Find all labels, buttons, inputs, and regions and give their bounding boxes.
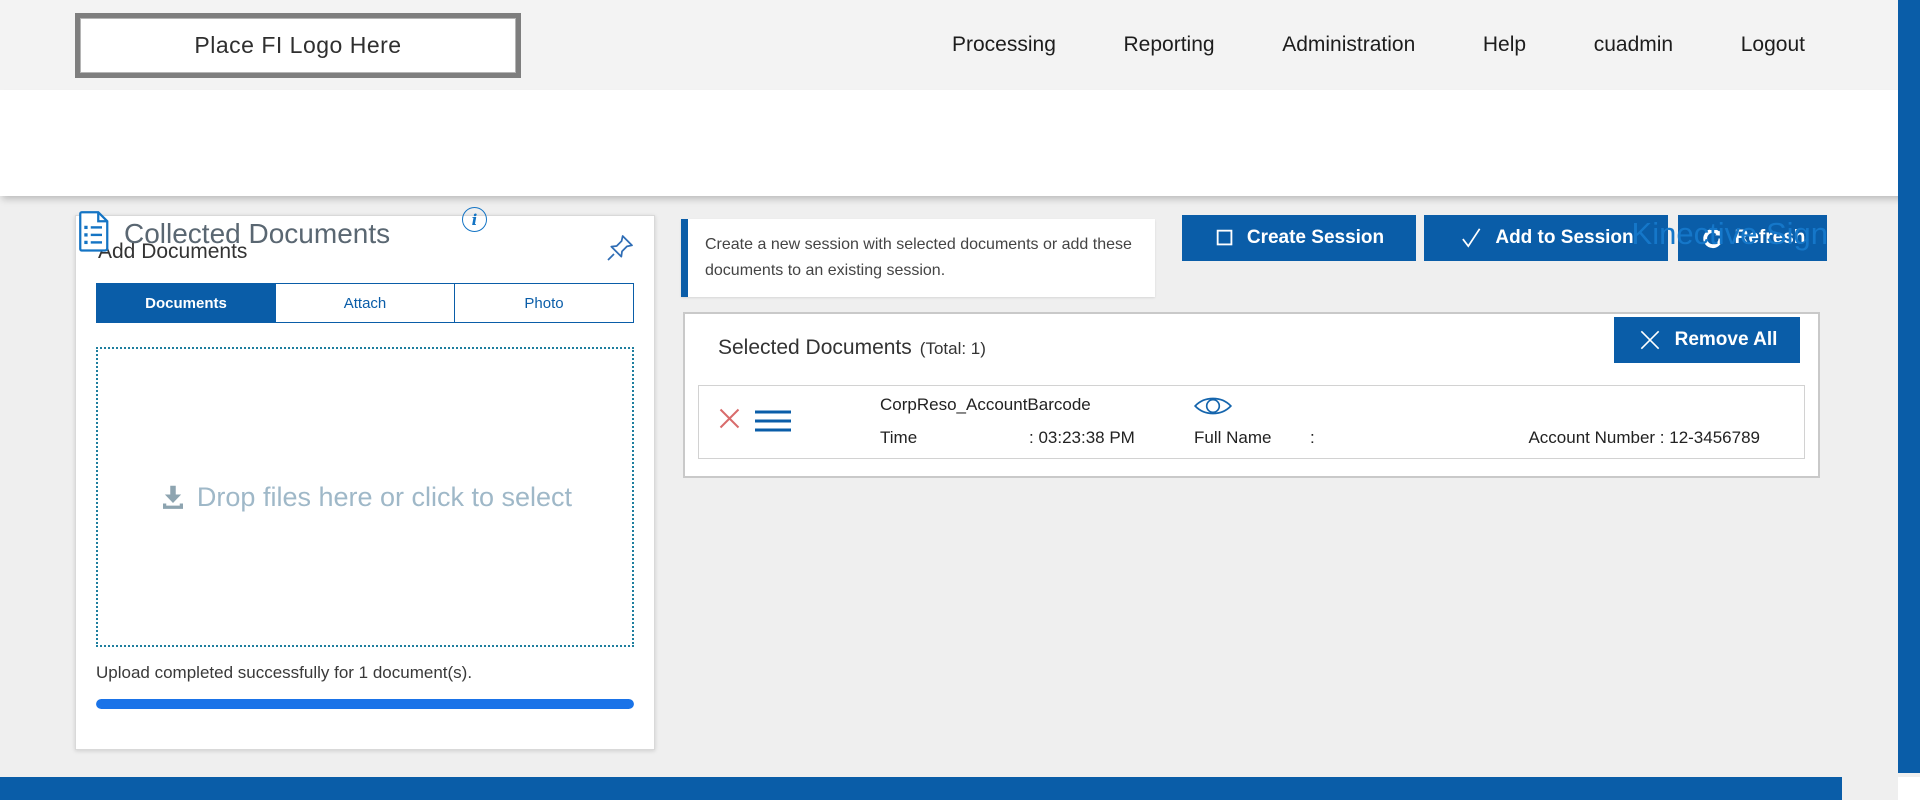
square-icon: [1214, 227, 1236, 249]
checkmark-icon: [1458, 225, 1484, 251]
download-icon: [158, 482, 188, 512]
pin-icon[interactable]: [604, 232, 636, 264]
account-number-text: Account Number : 12-3456789: [1528, 428, 1760, 447]
nav-item-administration[interactable]: Administration: [1282, 33, 1415, 57]
page-title: Collected Documents: [124, 218, 391, 249]
create-session-label: Create Session: [1246, 227, 1385, 248]
fi-logo-placeholder: Place FI Logo Here: [75, 13, 521, 78]
app-window: Place FI Logo Here Processing Reporting …: [0, 0, 1920, 800]
upload-status-text: Upload completed successfully for 1 docu…: [96, 663, 473, 682]
document-list-icon: [75, 210, 111, 252]
tab-photo-label: Photo: [524, 294, 564, 312]
footer-bar: [0, 777, 1842, 800]
create-session-button[interactable]: Create Session: [1182, 215, 1416, 261]
right-edge-corner: [1898, 777, 1920, 800]
add-documents-tabs: Documents Attach Photo: [96, 283, 634, 323]
right-edge-stripe: [1898, 0, 1920, 773]
page-title-band: Collected Documents i Kinective Sign: [0, 90, 1920, 252]
nav-item-help[interactable]: Help: [1483, 33, 1526, 57]
nav-item-processing[interactable]: Processing: [952, 33, 1056, 57]
fi-logo-text: Place FI Logo Here: [194, 32, 402, 58]
nav-item-username[interactable]: cuadmin: [1594, 33, 1673, 57]
time-value: : 03:23:38 PM: [1029, 428, 1135, 447]
remove-document-icon[interactable]: [716, 405, 743, 432]
top-bar: Place FI Logo Here Processing Reporting …: [0, 0, 1920, 90]
x-icon: [1637, 327, 1663, 353]
tab-attach[interactable]: Attach: [275, 284, 454, 322]
drag-handle-icon[interactable]: [753, 408, 793, 434]
tab-documents-label: Documents: [145, 294, 227, 312]
full-name-label: Full Name: [1194, 428, 1272, 447]
dropzone-text: Drop files here or click to select: [196, 481, 573, 512]
nav-item-logout[interactable]: Logout: [1741, 33, 1805, 57]
preview-eye-icon[interactable]: [1192, 391, 1234, 421]
selected-documents-header: Selected Documents (Total: 1): [718, 336, 986, 360]
remove-all-button[interactable]: Remove All: [1614, 317, 1800, 363]
selected-documents-total: (Total: 1): [919, 339, 986, 358]
session-info-note: Create a new session with selected docum…: [681, 219, 1155, 297]
document-row: CorpReso_AccountBarcode Time : 03:23:38 …: [698, 385, 1805, 459]
time-label: Time: [880, 428, 918, 447]
tab-documents[interactable]: Documents: [97, 284, 275, 322]
top-navigation: Processing Reporting Administration Help…: [952, 0, 1805, 90]
remove-all-label: Remove All: [1674, 329, 1778, 350]
selected-documents-title: Selected Documents: [718, 336, 912, 359]
add-documents-panel: Add Documents Documents Attach Photo Dro…: [75, 215, 655, 750]
add-to-session-label: Add to Session: [1495, 227, 1634, 248]
upload-progress-fill: [96, 699, 634, 709]
document-name: CorpReso_AccountBarcode: [880, 395, 1091, 414]
file-dropzone[interactable]: Drop files here or click to select: [96, 347, 634, 647]
full-name-value: :: [1310, 428, 1315, 447]
nav-item-reporting[interactable]: Reporting: [1124, 33, 1215, 57]
session-info-text: Create a new session with selected docum…: [705, 236, 1132, 279]
info-icon[interactable]: i: [462, 207, 487, 232]
tab-attach-label: Attach: [343, 294, 387, 312]
brand-name: Kinective Sign: [1631, 216, 1828, 251]
tab-photo[interactable]: Photo: [454, 284, 633, 322]
selected-documents-panel: Selected Documents (Total: 1) Remove All…: [683, 312, 1820, 478]
upload-progress-bar: [96, 699, 634, 709]
